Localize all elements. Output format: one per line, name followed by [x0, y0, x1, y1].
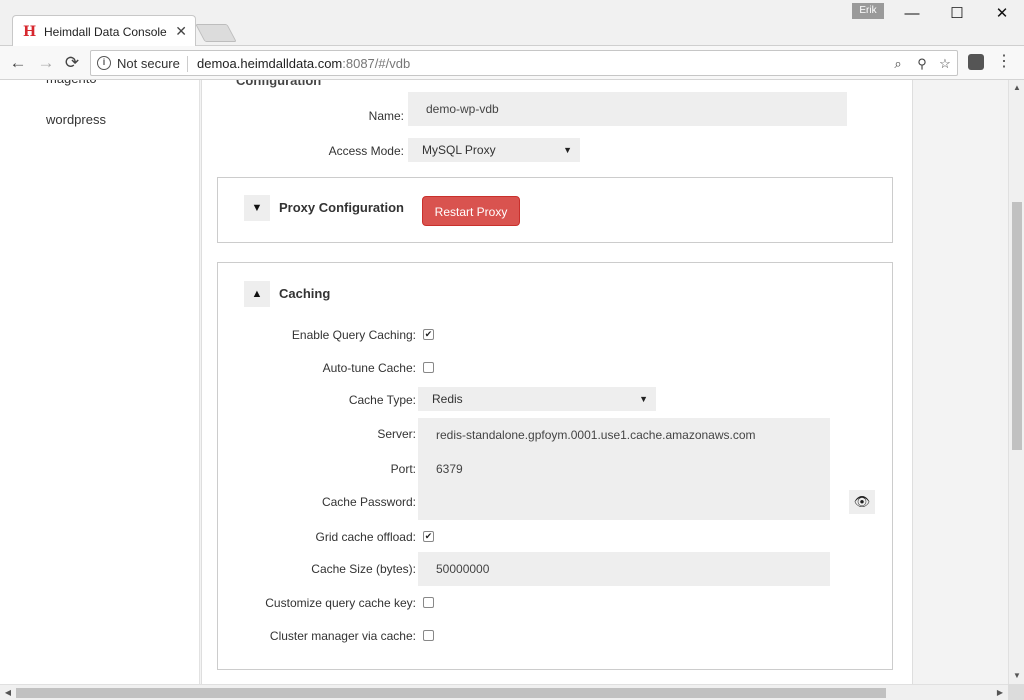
browser-titlebar: H Heimdall Data Console ✕ Erik — ☐ ✕ [0, 0, 1024, 46]
extension-icon[interactable] [968, 54, 984, 70]
customize-cache-key-checkbox[interactable] [423, 597, 434, 608]
port-field[interactable]: 6379 [418, 452, 830, 486]
cache-type-value: Redis [432, 392, 463, 406]
key-icon[interactable]: ⚲ [913, 55, 931, 73]
vdb-config-panel: Configuration Name: demo-wp-vdb Access M… [201, 80, 913, 684]
restart-proxy-button[interactable]: Restart Proxy [422, 196, 520, 226]
proxy-configuration-title: Proxy Configuration [279, 200, 404, 215]
url-text[interactable]: demoa.heimdalldata.com:8087/#/vdb [197, 56, 410, 71]
name-field[interactable]: demo-wp-vdb [408, 92, 847, 126]
collapse-toggle-caching[interactable]: ▲ [244, 281, 270, 307]
cache-password-field[interactable] [418, 486, 830, 520]
server-label: Server: [377, 427, 416, 441]
address-bar[interactable]: i Not secure demoa.heimdalldata.com:8087… [90, 50, 958, 76]
auto-tune-cache-label: Auto-tune Cache: [322, 361, 416, 375]
name-label: Name: [368, 109, 404, 123]
chevron-down-icon: ▼ [563, 145, 572, 155]
omnibox-divider [187, 56, 188, 72]
scroll-up-icon[interactable]: ▲ [1009, 80, 1024, 96]
profile-button[interactable]: Erik [852, 3, 884, 19]
cluster-manager-label: Cluster manager via cache: [269, 629, 416, 643]
browser-menu-icon[interactable]: ⋮ [996, 52, 1012, 74]
cache-type-select[interactable]: Redis ▼ [418, 387, 656, 411]
cache-size-field[interactable]: 50000000 [418, 552, 830, 586]
access-mode-select[interactable]: MySQL Proxy ▼ [408, 138, 580, 162]
show-password-eye-icon[interactable]: 👁 [849, 490, 875, 514]
sidebar-item-magento[interactable]: magento [46, 80, 97, 86]
url-path: :8087/#/vdb [342, 56, 411, 71]
grid-cache-offload-label: Grid cache offload: [315, 530, 416, 544]
customize-cache-key-label: Customize query cache key: [265, 596, 416, 610]
scroll-down-icon[interactable]: ▼ [1009, 668, 1024, 684]
enable-query-caching-checkbox[interactable]: ✔ [423, 329, 434, 340]
scroll-right-icon[interactable]: ▶ [992, 685, 1008, 700]
forward-arrow-icon[interactable]: → [34, 51, 58, 75]
configuration-heading: Configuration [236, 80, 322, 88]
caching-title: Caching [279, 286, 331, 301]
horizontal-scroll-thumb[interactable] [16, 688, 886, 698]
caching-group: ▲ Caching Enable Query Caching: ✔ Auto-t… [217, 262, 893, 670]
collapse-toggle-proxy[interactable]: ▼ [244, 195, 270, 221]
tab-title: Heimdall Data Console [44, 25, 167, 39]
access-mode-value: MySQL Proxy [422, 143, 496, 157]
cache-size-label: Cache Size (bytes): [311, 562, 416, 576]
zoom-icon[interactable]: ⌕ [889, 55, 907, 73]
proxy-configuration-group: ▼ Proxy Configuration Restart Proxy [217, 177, 893, 243]
auto-tune-cache-checkbox[interactable] [423, 362, 434, 373]
new-tab-button[interactable] [195, 24, 237, 42]
access-mode-label: Access Mode: [328, 144, 404, 158]
page-viewport: magento wordpress Configuration Name: de… [0, 80, 1008, 684]
back-arrow-icon[interactable]: ← [6, 51, 30, 75]
cache-type-label: Cache Type: [348, 393, 416, 407]
tab-close-icon[interactable]: ✕ [175, 23, 187, 39]
cache-password-label: Cache Password: [321, 495, 416, 509]
security-label[interactable]: Not secure [117, 56, 180, 71]
cluster-manager-checkbox[interactable] [423, 630, 434, 641]
vertical-scroll-thumb[interactable] [1012, 202, 1022, 450]
grid-cache-offload-checkbox[interactable]: ✔ [423, 531, 434, 542]
sidebar: magento wordpress [0, 80, 200, 684]
chevron-down-icon: ▼ [639, 394, 648, 404]
info-icon[interactable]: i [97, 56, 111, 70]
reload-icon[interactable]: ⟳ [60, 51, 84, 75]
port-label: Port: [390, 462, 416, 476]
url-host: demoa.heimdalldata.com [197, 56, 343, 71]
close-window-button[interactable]: ✕ [980, 2, 1024, 26]
maximize-button[interactable]: ☐ [935, 2, 979, 26]
enable-query-caching-label: Enable Query Caching: [291, 328, 416, 342]
minimize-button[interactable]: — [890, 2, 934, 26]
server-field[interactable]: redis-standalone.gpfoym.0001.use1.cache.… [418, 418, 830, 452]
browser-toolbar: ← → ⟳ i Not secure demoa.heimdalldata.co… [0, 46, 1024, 80]
scroll-left-icon[interactable]: ◀ [0, 685, 16, 700]
heimdall-favicon-icon: H [23, 24, 37, 40]
tab-heimdall-console[interactable]: H Heimdall Data Console ✕ [12, 15, 196, 46]
scrollbar-corner [1008, 684, 1024, 700]
bookmark-star-icon[interactable]: ☆ [936, 55, 954, 73]
sidebar-item-wordpress[interactable]: wordpress [46, 112, 106, 127]
vertical-scrollbar[interactable]: ▲ ▼ [1008, 80, 1024, 684]
horizontal-scrollbar[interactable]: ◀ ▶ [0, 684, 1008, 700]
